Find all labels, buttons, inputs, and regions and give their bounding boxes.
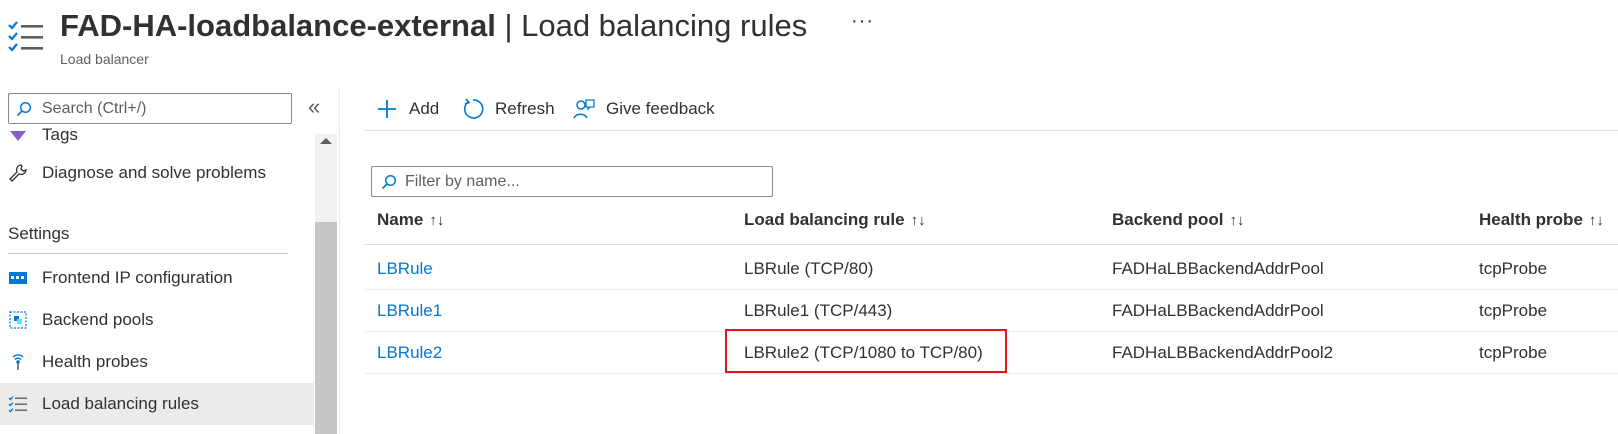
highlight-annotation-box: [725, 329, 1007, 373]
sidebar-scrollbar[interactable]: [315, 134, 337, 434]
backend-pool-cell: FADHaLBBackendAddrPool: [1112, 259, 1324, 278]
column-label: Load balancing rule: [744, 210, 905, 229]
column-header-load-balancing-rule[interactable]: Load balancing rule ↑↓: [744, 210, 926, 230]
sidebar-item-label: Diagnose and solve problems: [42, 163, 266, 182]
rule-cell: LBRule1 (TCP/443): [744, 301, 893, 320]
row-divider: [365, 373, 1618, 374]
backend-pool-cell: FADHaLBBackendAddrPool: [1112, 301, 1324, 320]
column-label: Health probe: [1479, 210, 1583, 229]
health-probe-cell: tcpProbe: [1479, 259, 1548, 278]
give-feedback-label: Give feedback: [606, 99, 715, 118]
search-icon: [16, 101, 32, 117]
header-divider: [365, 244, 1618, 245]
rules-list-icon: [8, 394, 28, 414]
column-header-health-probe[interactable]: Health probe ↑↓: [1479, 210, 1604, 230]
row-divider: [365, 289, 1618, 290]
refresh-label: Refresh: [495, 99, 555, 118]
collapse-sidebar-button[interactable]: «: [308, 96, 320, 118]
health-probe-icon: [8, 352, 28, 372]
column-header-name[interactable]: Name ↑↓: [377, 210, 444, 230]
frontend-ip-icon: [8, 268, 28, 288]
filter-placeholder: Filter by name...: [405, 173, 520, 190]
column-label: Name: [377, 210, 424, 229]
sidebar-item-backend-pools[interactable]: Backend pools: [0, 299, 314, 341]
rule-cell: LBRule (TCP/80): [744, 259, 874, 278]
wrench-icon: [8, 163, 28, 183]
add-label: Add: [409, 99, 440, 118]
scroll-thumb[interactable]: [315, 222, 337, 434]
sort-icon[interactable]: ↑↓: [429, 212, 444, 229]
sidebar-section-settings: Settings: [8, 224, 70, 243]
more-options-button[interactable]: ···: [851, 10, 874, 33]
tag-icon: [8, 128, 28, 145]
sidebar-item-diagnose[interactable]: Diagnose and solve problems: [0, 152, 314, 194]
rule-name-link[interactable]: LBRule: [377, 259, 433, 279]
column-label: Backend pool: [1112, 210, 1224, 229]
blade-title: Load balancing rules: [521, 8, 808, 43]
resource-type-subtitle: Load balancer: [60, 51, 149, 67]
rule-name-link[interactable]: LBRule2: [377, 343, 442, 363]
scroll-up-arrow-icon[interactable]: [320, 138, 332, 144]
sidebar-item-label: Load balancing rules: [42, 394, 199, 413]
section-divider: [8, 253, 288, 254]
sidebar-search-input[interactable]: Search (Ctrl+/): [8, 93, 292, 124]
plus-icon: [378, 100, 396, 118]
sidebar-item-label: Backend pools: [42, 310, 154, 329]
sort-icon[interactable]: ↑↓: [1589, 212, 1604, 229]
sidebar-item-label: Tags: [42, 128, 78, 144]
refresh-icon: [463, 98, 484, 119]
sidebar-item-load-balancing-rules[interactable]: Load balancing rules: [0, 383, 314, 425]
backend-pool-cell: FADHaLBBackendAddrPool2: [1112, 343, 1334, 362]
page-title: FAD-HA-loadbalance-external | Load balan…: [60, 8, 807, 44]
add-button[interactable]: Add: [375, 94, 439, 124]
refresh-button[interactable]: Refresh: [461, 94, 555, 124]
give-feedback-button[interactable]: Give feedback: [572, 94, 715, 124]
sort-icon[interactable]: ↑↓: [1229, 212, 1244, 229]
rule-name-link[interactable]: LBRule1: [377, 301, 442, 321]
resource-name: FAD-HA-loadbalance-external: [60, 8, 496, 43]
load-balancing-rules-icon: [6, 18, 46, 58]
health-probe-cell: tcpProbe: [1479, 343, 1548, 362]
sidebar-divider: [339, 88, 340, 434]
sidebar-item-label: Frontend IP configuration: [42, 268, 233, 287]
sidebar-item-label: Health probes: [42, 352, 148, 371]
search-icon: [381, 174, 397, 190]
search-placeholder: Search (Ctrl+/): [42, 100, 147, 117]
toolbar-divider: [365, 130, 1618, 131]
sidebar-item-frontend-ip[interactable]: Frontend IP configuration: [0, 257, 314, 299]
filter-by-name-input[interactable]: Filter by name...: [371, 166, 773, 197]
sidebar-nav: Tags Diagnose and solve problems Setting…: [0, 128, 314, 434]
feedback-icon: [573, 99, 595, 119]
health-probe-cell: tcpProbe: [1479, 301, 1548, 320]
sidebar-item-health-probes[interactable]: Health probes: [0, 341, 314, 383]
sort-icon[interactable]: ↑↓: [911, 212, 926, 229]
backend-pool-icon: [8, 310, 28, 330]
column-header-backend-pool[interactable]: Backend pool ↑↓: [1112, 210, 1244, 230]
title-separator: |: [495, 8, 522, 43]
